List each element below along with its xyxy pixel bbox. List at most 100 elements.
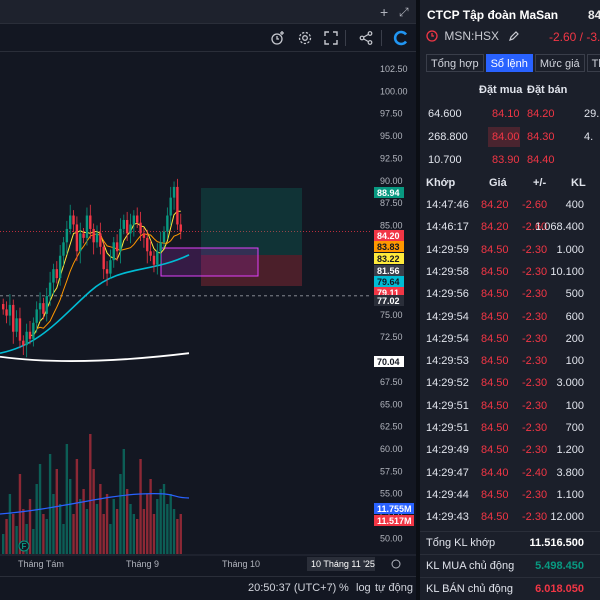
chart-pane[interactable]: + ⤢ F 102.50 100.00 97.50 95.00 92.50 90.00 87…: [0, 0, 416, 600]
symbol-row: MSN:HSX: [426, 29, 520, 47]
panel-tabs: Tổng hợpSổ lệnhMức giáThống: [426, 54, 600, 72]
volume-bar: [75, 459, 79, 554]
volume-bar: [58, 504, 62, 554]
volume-bar: [69, 479, 72, 554]
candle-body: [129, 224, 132, 234]
orderbook-ask: 84.20: [527, 108, 555, 120]
candle-body: [139, 222, 142, 234]
candle-body: [166, 215, 169, 232]
candle-body: [176, 186, 179, 225]
settings-icon[interactable]: [295, 28, 315, 48]
volume-bar: [79, 499, 82, 554]
alarm-add-icon[interactable]: [268, 28, 288, 48]
trade-price: 84.50: [481, 265, 509, 278]
candle-body: [5, 309, 8, 316]
volume-bar: [2, 534, 5, 554]
volume-bar: [166, 504, 169, 554]
summary-label: Tổng KL khớp: [426, 537, 496, 549]
candle-body: [152, 255, 156, 265]
tab-2[interactable]: Mức giá: [534, 54, 585, 72]
candle-body: [102, 246, 105, 270]
trade-vol: 400: [565, 199, 584, 211]
trade-row: 14:29:44 84.50 -2.30 1.100: [420, 484, 600, 506]
volume-bar: [142, 509, 146, 554]
trade-time: 14:29:51: [426, 399, 469, 412]
candle-body: [52, 269, 55, 283]
trade-change: -2.30: [522, 488, 548, 501]
trade-vol: 100: [565, 355, 584, 368]
volume-bar: [179, 514, 182, 554]
orderbook-row: 10.700 83.90 84.40: [420, 149, 600, 171]
price-tick-label: 67.50: [380, 377, 403, 387]
auto-scale-toggle[interactable]: tự động: [375, 582, 413, 594]
log-scale-toggle[interactable]: log: [356, 582, 371, 594]
price-tick-label: 60.00: [380, 444, 403, 454]
trade-change: -2.30: [522, 422, 548, 434]
trade-price: 84.50: [481, 310, 509, 323]
edit-icon[interactable]: [508, 30, 520, 42]
fullscreen-icon[interactable]: [321, 28, 341, 48]
chart-background: [0, 52, 416, 576]
candle-body: [82, 233, 85, 238]
trade-row: 14:29:47 84.40 -2.40 3.800: [420, 462, 600, 484]
orderbook-bid-vol: 10.700: [428, 154, 462, 166]
trade-change: -2.30: [522, 243, 548, 256]
trade-price: 84.50: [481, 444, 509, 457]
candle-body: [85, 215, 89, 238]
candle-body: [38, 303, 42, 310]
price-label-text: 83.83: [377, 242, 400, 252]
tab-3[interactable]: Thống: [586, 54, 600, 72]
trade-vol: 500: [565, 288, 584, 301]
candle-body: [156, 251, 159, 265]
trade-row: 14:47:46 84.20 -2.60 400: [420, 194, 600, 216]
price-chart[interactable]: F 102.50100.0097.5095.0092.5090.0087.508…: [0, 52, 416, 576]
volume-bar: [112, 499, 115, 554]
volume-bar: [99, 484, 102, 554]
candle-body: [42, 303, 45, 314]
candle-body: [75, 224, 79, 252]
trade-row: 14:29:54 84.50 -2.30 600: [420, 306, 600, 328]
volume-bar: [72, 514, 75, 554]
volume-bar: [48, 454, 52, 554]
trade-price: 84.50: [481, 243, 509, 256]
candle-body: [48, 282, 52, 296]
volume-bar: [105, 494, 109, 554]
trade-vol: 100: [565, 399, 584, 412]
candle-body: [146, 237, 149, 252]
trade-price: 84.50: [481, 355, 509, 368]
summary-label: KL MUA chủ động: [426, 560, 515, 572]
percent-scale-toggle[interactable]: %: [339, 582, 349, 594]
volume-bar: [125, 489, 129, 554]
candle-body: [169, 197, 172, 216]
trade-change: -2.40: [522, 466, 548, 479]
volume-bar: [15, 526, 18, 554]
candle-body: [2, 304, 5, 310]
plus-icon[interactable]: +: [380, 3, 388, 21]
trade-row: 14:29:54 84.50 -2.30 200: [420, 328, 600, 350]
candle-body: [119, 228, 122, 252]
orderbook-bid: 84.10: [492, 108, 520, 120]
trade-row: 14:29:51 84.50 -2.30 100: [420, 395, 600, 417]
price-label-text: 81.56: [377, 266, 400, 276]
candle-body: [58, 255, 62, 279]
expand-icon[interactable]: ⤢: [399, 3, 409, 21]
orderbook-bid: 83.90: [492, 154, 520, 166]
volume-bar: [136, 519, 139, 554]
candle-body: [99, 233, 102, 247]
candle-body: [12, 304, 15, 332]
share-icon[interactable]: [356, 28, 376, 48]
chart-bg-rect: [0, 52, 416, 576]
volume-bar: [92, 469, 95, 554]
trade-header-cell: Giá: [489, 177, 507, 189]
trade-price: 84.40: [481, 466, 509, 479]
candle-body: [89, 215, 92, 229]
tab-0[interactable]: Tổng hợp: [426, 54, 484, 72]
tab-1[interactable]: Sổ lệnh: [485, 54, 533, 72]
time-label: Tháng 10: [222, 559, 260, 569]
app-logo-icon[interactable]: [391, 28, 411, 48]
orderbook-ask: 84.30: [527, 131, 555, 143]
volume-bar: [35, 484, 38, 554]
trade-header-cell: KL: [571, 177, 586, 189]
target-zone: [201, 188, 302, 255]
price-label-text: 11.517M: [377, 516, 412, 526]
